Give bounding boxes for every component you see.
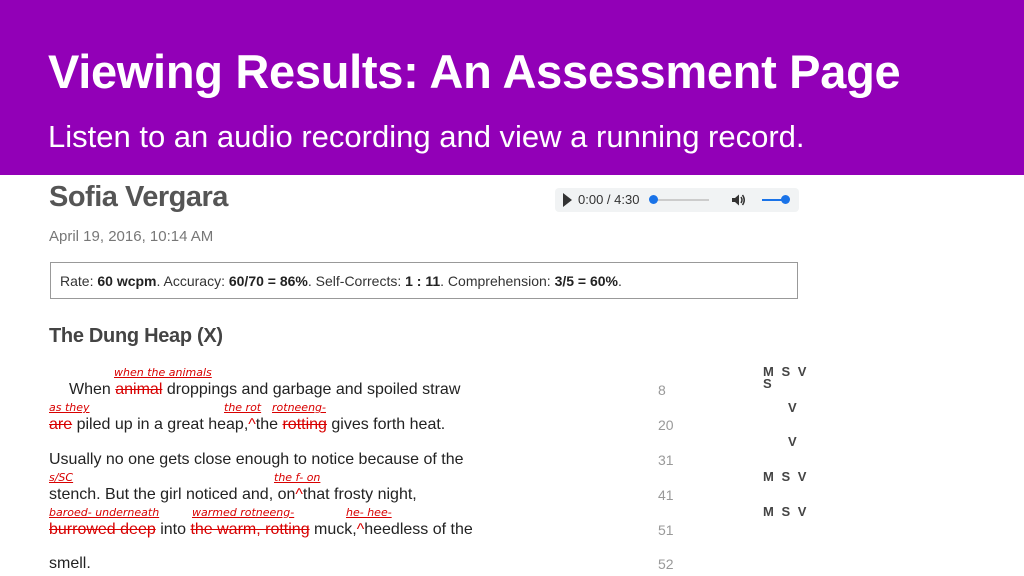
msv-label: M S V [763, 504, 809, 519]
passage-line: When animal droppings and garbage and sp… [69, 381, 461, 398]
word-count: 52 [658, 556, 674, 572]
passage-line: smell. [49, 555, 91, 572]
annotation: baroed- underneath [49, 506, 160, 519]
annotation: as they [49, 401, 90, 414]
word-count: 31 [658, 452, 674, 468]
seek-handle[interactable] [649, 195, 658, 204]
error-word: burrowed deep [49, 521, 156, 538]
header-banner: Viewing Results: An Assessment Page List… [0, 0, 1024, 175]
insertion-mark: ^ [295, 486, 303, 503]
annotation: rotneeng- [272, 401, 326, 414]
results-summary: Rate: 60 wcpm. Accuracy: 60/70 = 86%. Se… [50, 262, 798, 299]
msv-label: V [788, 400, 799, 415]
audio-player[interactable]: 0:00 / 4:30 [555, 188, 799, 212]
play-icon[interactable] [563, 193, 572, 207]
insertion-mark: ^ [248, 416, 256, 433]
error-word: animal [115, 381, 163, 398]
volume-slider[interactable] [762, 195, 790, 204]
msv-label: V [788, 434, 799, 449]
word-count: 20 [658, 417, 674, 433]
audio-time: 0:00 / 4:30 [578, 192, 640, 207]
passage-line: burrowed deep into the warm, rotting muc… [49, 521, 473, 538]
word-count: 8 [658, 382, 666, 398]
error-word: are [49, 416, 73, 433]
error-word: the warm, rotting [190, 521, 310, 538]
msv-label: M S V [763, 469, 809, 484]
word-count: 51 [658, 522, 674, 538]
comprehension-value: 3/5 = 60% [554, 273, 618, 289]
student-name: Sofia Vergara [49, 181, 228, 213]
annotation: the f- on [274, 471, 321, 484]
passage-line: stench. But the girl noticed and, on^tha… [49, 486, 417, 503]
annotation: warmed rotneeng- [192, 506, 295, 519]
summary-text: Rate: 60 wcpm. Accuracy: 60/70 = 86%. Se… [60, 273, 622, 289]
annotation: when the animals [114, 366, 212, 379]
annotation: the rot [224, 401, 262, 414]
rate-value: 60 wcpm [97, 273, 157, 289]
error-word: rotting [282, 416, 327, 433]
assessment-date: April 19, 2016, 10:14 AM [49, 228, 214, 245]
passage-line: Usually no one gets close enough to noti… [49, 451, 464, 468]
passage-title: The Dung Heap (X) [49, 325, 223, 347]
page-subtitle: Listen to an audio recording and view a … [48, 119, 805, 154]
msv-label: S [763, 376, 774, 391]
annotation: he- hee- [346, 506, 392, 519]
volume-icon[interactable] [730, 192, 746, 208]
volume-handle[interactable] [781, 195, 790, 204]
passage-line: are piled up in a great heap,^the rottin… [49, 416, 446, 433]
accuracy-value: 60/70 = 86% [228, 273, 308, 289]
page-title: Viewing Results: An Assessment Page [48, 45, 901, 98]
word-count: 41 [658, 487, 674, 503]
self-corrects-value: 1 : 11 [405, 273, 441, 289]
annotation: s/SC [49, 471, 74, 484]
seek-bar[interactable] [649, 195, 709, 204]
